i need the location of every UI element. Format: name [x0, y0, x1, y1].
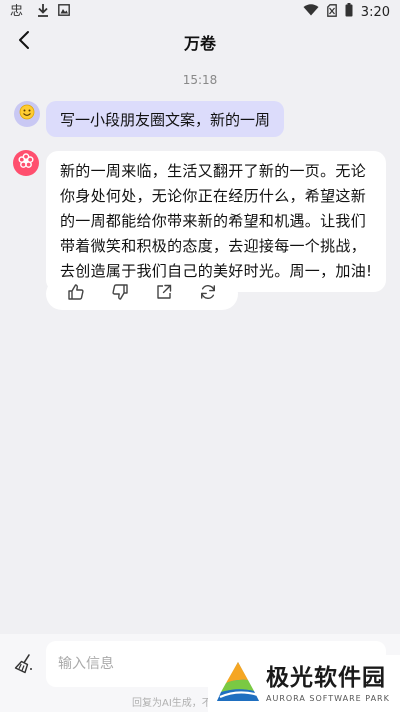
ai-disclaimer: 回复为AI生成，不 [132, 698, 212, 709]
broom-icon [13, 653, 35, 679]
bot-avatar [13, 150, 39, 176]
regenerate-icon [199, 283, 217, 305]
svg-text:忠: 忠 [10, 4, 23, 17]
watermark-title: 极光软件园 [266, 664, 386, 691]
thumbs-down-icon [111, 283, 129, 305]
message-action-bar [46, 278, 238, 310]
page-title: 万卷 [183, 34, 216, 53]
chevron-left-icon [17, 30, 31, 54]
clear-chat-button[interactable] [10, 652, 38, 680]
watermark-text: 极光软件园 AURORA SOFTWARE PARK [266, 665, 390, 703]
thumbs-up-icon [67, 283, 85, 305]
app-header: 万卷 [0, 24, 400, 60]
bot-message-bubble: 新的一周来临，生活又翻开了新的一页。无论你身处何处，无论你正在经历什么，希望这新… [46, 151, 386, 292]
watermark: 极光软件园 AURORA SOFTWARE PARK [208, 655, 400, 712]
wifi-icon [303, 4, 319, 20]
status-right-icons: 3:20 [303, 3, 390, 21]
user-avatar [14, 101, 40, 127]
app-notification-icon: 忠 [10, 3, 28, 21]
status-bar: 忠 3:20 [0, 0, 400, 24]
flower-logo-icon [17, 152, 35, 174]
chat-timestamp: 15:18 [182, 73, 218, 87]
share-button[interactable] [152, 282, 176, 306]
status-left-icons: 忠 [10, 3, 70, 21]
back-button[interactable] [10, 28, 38, 56]
dislike-button[interactable] [108, 282, 132, 306]
aurora-logo-icon [214, 659, 262, 709]
user-message-text: 写一小段朋友圈文案，新的一周 [60, 110, 271, 129]
smiley-face-icon [19, 104, 35, 124]
watermark-subtitle: AURORA SOFTWARE PARK [266, 693, 390, 703]
bot-message-text: 新的一周来临，生活又翻开了新的一页。无论你身处何处，无论你正在经历什么，希望这新… [60, 162, 373, 280]
battery-icon [345, 3, 353, 21]
share-icon [155, 283, 173, 305]
like-button[interactable] [64, 282, 88, 306]
download-icon [37, 3, 49, 21]
regenerate-button[interactable] [196, 282, 220, 306]
status-time: 3:20 [360, 4, 390, 20]
image-icon [58, 4, 70, 20]
user-message-bubble: 写一小段朋友圈文案，新的一周 [46, 101, 285, 137]
no-sim-icon [326, 3, 337, 21]
